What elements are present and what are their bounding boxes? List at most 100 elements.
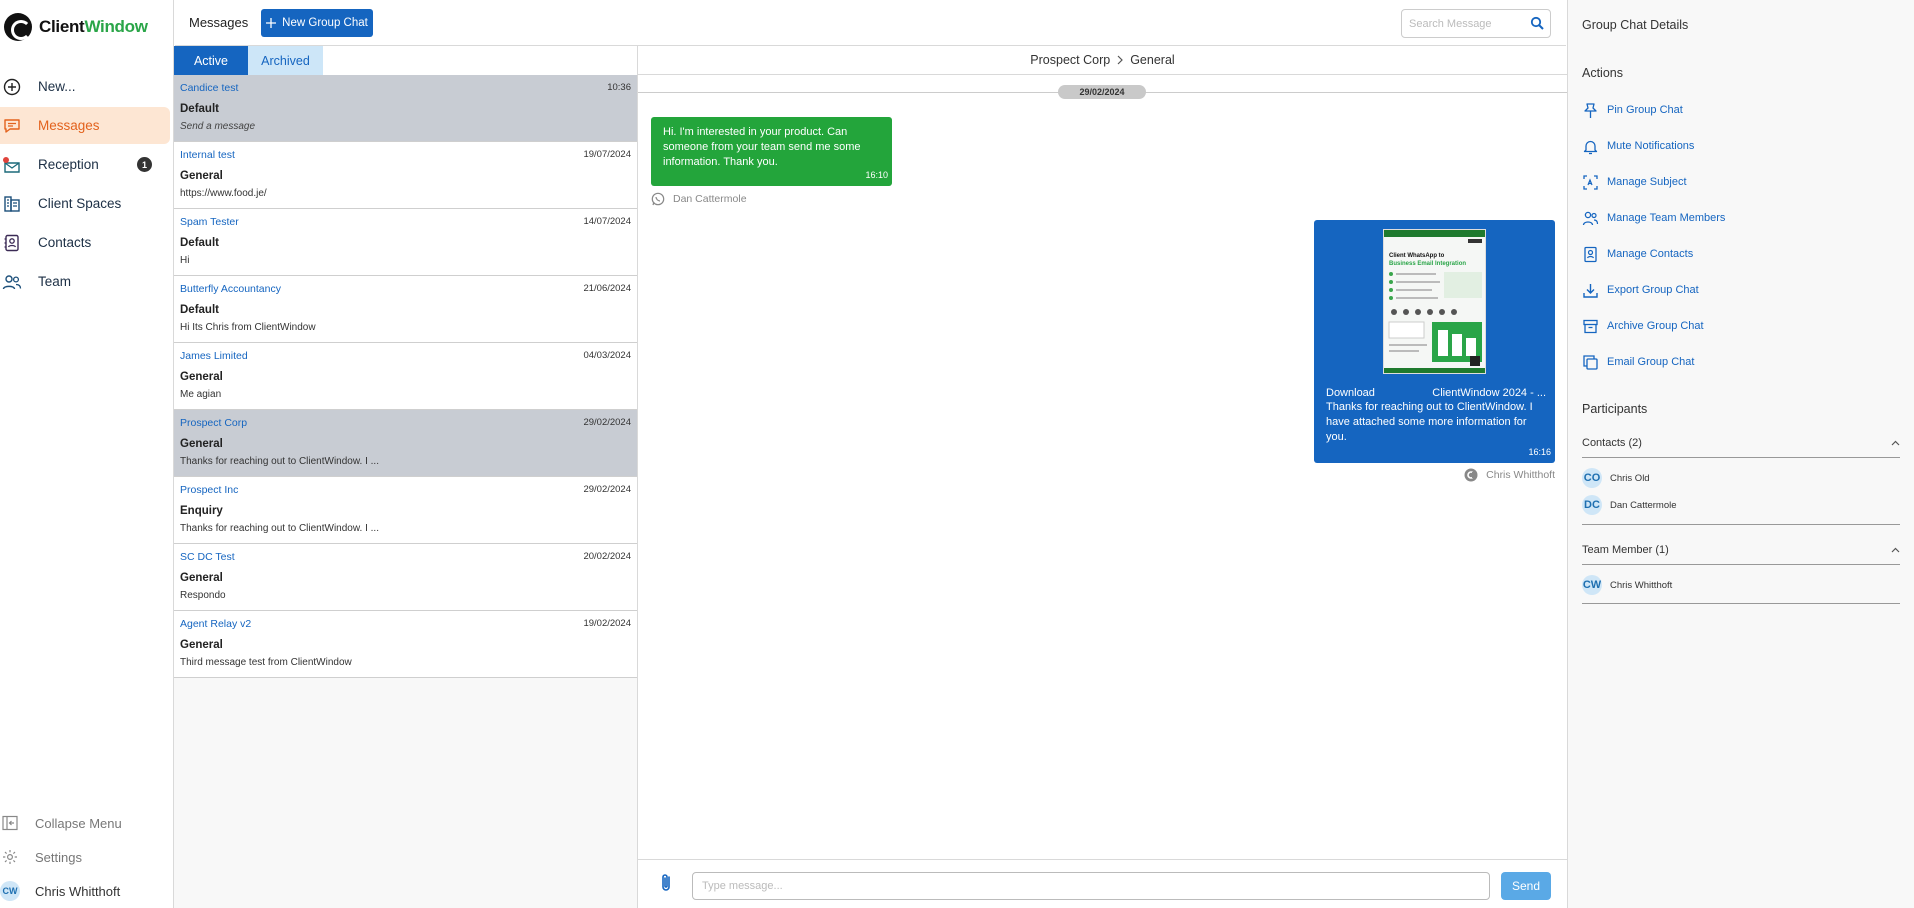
attachment-filename[interactable]: ClientWindow 2024 - ...	[1432, 386, 1546, 401]
top-header: Messages New Group Chat	[175, 0, 1566, 46]
plus-circle-icon	[0, 75, 24, 99]
collapse-menu-button[interactable]: Collapse Menu	[0, 806, 170, 840]
download-label[interactable]: Download	[1326, 386, 1375, 401]
conversation-date: 14/07/2024	[583, 216, 631, 227]
contacts-book-icon	[0, 231, 24, 255]
bottom-nav: Collapse Menu Settings CW Chris Whitthof…	[0, 806, 170, 908]
conversation-item[interactable]: Prospect Inc 29/02/2024 Enquiry Thanks for …	[174, 477, 637, 544]
nav-item-new[interactable]: New...	[0, 68, 170, 105]
inbox-icon	[0, 153, 24, 177]
action-mute-notifications[interactable]: Mute Notifications	[1582, 128, 1725, 164]
participant-contact[interactable]: CO Chris Old	[1582, 468, 1650, 488]
contacts-group-label: Contacts (2)	[1582, 437, 1642, 449]
page-title: Messages	[189, 15, 249, 30]
conversation-name: Prospect Corp	[180, 417, 248, 429]
user-profile[interactable]: CW Chris Whitthoft	[0, 874, 170, 908]
paperclip-icon[interactable]	[658, 872, 674, 899]
conversation-name: Agent Relay v2	[180, 618, 252, 630]
user-name: Chris Whitthoft	[35, 883, 121, 899]
action-email-group-chat[interactable]: Email Group Chat	[1582, 344, 1725, 380]
conversation-preview: Send a message	[180, 121, 256, 132]
search-icon[interactable]	[1530, 16, 1544, 35]
participant-name: Chris Whitthoft	[1610, 579, 1673, 591]
action-pin-group-chat[interactable]: Pin Group Chat	[1582, 92, 1725, 128]
nav-label: Messages	[38, 118, 100, 133]
plus-icon	[266, 18, 277, 28]
action-label: Manage Contacts	[1607, 248, 1694, 260]
collapse-icon	[0, 813, 20, 833]
action-export-group-chat[interactable]: Export Group Chat	[1582, 272, 1725, 308]
team-group-header[interactable]: Team Member (1)	[1582, 540, 1900, 560]
conversation-preview: Thanks for reaching out to ClientWindow.…	[180, 456, 379, 467]
incoming-message: Hi. I'm interested in your product. Can …	[651, 117, 892, 186]
attachment-link[interactable]: Download ClientWindow 2024 - ...	[1326, 386, 1546, 401]
nav-item-reception[interactable]: Reception 1	[0, 146, 170, 183]
nav-item-messages[interactable]: Messages	[0, 107, 170, 144]
participant-contact[interactable]: DC Dan Cattermole	[1582, 495, 1677, 515]
divider	[1582, 564, 1900, 565]
new-group-chat-button[interactable]: New Group Chat	[261, 9, 373, 37]
nav-item-team[interactable]: Team	[0, 263, 170, 300]
action-archive-group-chat[interactable]: Archive Group Chat	[1582, 308, 1725, 344]
logo[interactable]: ClientWindow	[4, 13, 148, 41]
message-time: 16:10	[865, 170, 888, 180]
conversation-item[interactable]: James Limited 04/03/2024 General Me agian	[174, 343, 637, 410]
bell-icon	[1582, 138, 1599, 155]
conversation-item[interactable]: Candice test 10:36 Default Send a message	[174, 75, 637, 142]
outgoing-message: Client WhatsApp to Business Email Integr…	[1314, 220, 1555, 463]
archive-icon	[1582, 318, 1599, 335]
nav-item-contacts[interactable]: Contacts	[0, 224, 170, 261]
action-label: Mute Notifications	[1607, 140, 1695, 152]
conversation-item[interactable]: Prospect Corp 29/02/2024 General Thanks for…	[174, 410, 637, 477]
conversation-item[interactable]: Internal test 19/07/2024 General https://ww…	[174, 142, 637, 209]
nav-item-client-spaces[interactable]: Client Spaces	[0, 185, 170, 222]
message-composer: Send	[638, 859, 1567, 908]
contacts-group-header[interactable]: Contacts (2)	[1582, 433, 1900, 453]
actions-heading: Actions	[1582, 66, 1623, 80]
breadcrumb-group: General	[1130, 53, 1175, 67]
conversation-preview: Respondo	[180, 590, 226, 601]
conversation-item[interactable]: Agent Relay v2 19/02/2024 General Third mes…	[174, 611, 637, 678]
conversation-list-panel: Active Archived Candice test 10:36 Default…	[174, 46, 638, 908]
date-divider: 29/02/2024	[1058, 85, 1146, 99]
search-input[interactable]	[1402, 10, 1520, 37]
conversation-preview: Third message test from ClientWindow	[180, 657, 352, 668]
message-time: 16:16	[1528, 447, 1551, 457]
brand-name: ClientWindow	[39, 17, 148, 36]
conversation-name: Candice test	[180, 82, 239, 94]
sender-name: Chris Whitthoft	[1486, 469, 1555, 481]
action-manage-contacts[interactable]: Manage Contacts	[1582, 236, 1725, 272]
message-text: Hi. I'm interested in your product. Can …	[663, 126, 861, 168]
conversation-preview: Thanks for reaching out to ClientWindow.…	[180, 523, 379, 534]
incoming-sender: Dan Cattermole	[651, 192, 747, 206]
group-chat-details-panel: Group Chat Details Actions Pin Group Cha…	[1567, 0, 1914, 908]
participant-team-member[interactable]: CW Chris Whitthoft	[1582, 575, 1672, 595]
message-input[interactable]	[692, 872, 1490, 900]
download-icon	[1582, 282, 1599, 299]
chat-area: Prospect Corp General 29/02/2024 Hi. I'm…	[638, 46, 1567, 908]
nav-label: New...	[38, 79, 76, 94]
settings-button[interactable]: Settings	[0, 840, 170, 874]
conversation-item[interactable]: SC DC Test 20/02/2024 General Respondo	[174, 544, 637, 611]
main-nav: New... Messages Reception 1 Client Space…	[0, 68, 170, 302]
subject-icon	[1582, 174, 1599, 191]
reception-badge: 1	[137, 157, 152, 172]
chat-icon	[0, 114, 24, 138]
conversation-name: Butterfly Accountancy	[180, 283, 281, 295]
tab-active[interactable]: Active	[174, 46, 248, 75]
copy-icon	[1582, 354, 1599, 371]
conversation-date: 10:36	[607, 82, 631, 93]
conversation-preview: Me agian	[180, 389, 222, 400]
attachment-thumbnail[interactable]: Client WhatsApp to Business Email Integr…	[1383, 229, 1486, 374]
conversation-item[interactable]: Butterfly Accountancy 21/06/2024 Default Hi…	[174, 276, 637, 343]
conversation-item[interactable]: Spam Tester 14/07/2024 Default Hi	[174, 209, 637, 276]
conversation-subject: Enquiry	[180, 505, 223, 517]
outgoing-sender: Chris Whitthoft	[1464, 468, 1555, 482]
breadcrumb-org[interactable]: Prospect Corp	[1030, 53, 1110, 67]
send-button[interactable]: Send	[1501, 872, 1551, 900]
tab-archived[interactable]: Archived	[248, 46, 323, 75]
action-manage-team-members[interactable]: Manage Team Members	[1582, 200, 1725, 236]
conversation-subject: General	[180, 639, 223, 651]
action-manage-subject[interactable]: Manage Subject	[1582, 164, 1725, 200]
action-label: Pin Group Chat	[1607, 104, 1683, 116]
